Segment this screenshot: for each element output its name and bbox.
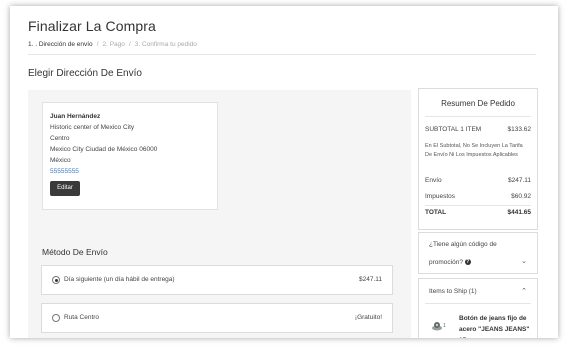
promo-label-line-1: ¿Tiene algún código de <box>429 241 497 248</box>
promo-label-text: promoción? <box>429 259 463 266</box>
checkout-page: Finalizar La Compra 1. . Dirección de en… <box>10 6 558 338</box>
shipping-option-label: Día siguiente (un día hábil de entrega) <box>64 276 175 283</box>
shipping-value: $247.11 <box>507 177 531 184</box>
chevron-up-icon[interactable]: ⌃ <box>521 287 527 295</box>
step-shipping-address: 1. . Dirección de envío <box>28 41 93 48</box>
items-to-ship-header[interactable]: Items to Ship (1) <box>429 288 477 295</box>
page-title: Finalizar La Compra <box>28 18 156 34</box>
address-line-3: Mexico City Ciudad de México 06000 <box>50 146 158 153</box>
shipping-label: Envío <box>425 177 442 184</box>
shipping-option-price: ¡Gratuito! <box>354 314 382 321</box>
total-label: TOTAL <box>425 209 447 216</box>
step-separator: / <box>96 41 99 48</box>
shipping-option-label: Ruta Centro <box>64 314 100 321</box>
address-card[interactable]: Juan Hernández Historic center of Mexico… <box>42 102 218 210</box>
address-section-title: Elegir Dirección De Envío <box>28 68 142 79</box>
order-summary-title: Resumen De Pedido <box>441 99 515 108</box>
subtotal-note: En El Subtotal, No Se Incluyen La Tarifa… <box>425 143 523 158</box>
subtotal-label: SUBTOTAL 1 ITEM <box>425 126 482 133</box>
shipping-option-price: $247.11 <box>358 276 382 283</box>
summary-shipping-row: Envío $247.11 <box>425 177 531 184</box>
radio-unselected[interactable] <box>52 314 60 322</box>
address-country: México <box>50 157 71 164</box>
tax-label: Impuestos <box>425 193 455 200</box>
address-line-2: Centro <box>50 135 70 142</box>
edit-address-button[interactable]: Editar <box>50 181 80 196</box>
step-separator: / <box>128 41 131 48</box>
product-thumbnail <box>432 322 442 331</box>
address-line-1: Historic center of Mexico City <box>50 124 135 131</box>
promo-code-toggle[interactable]: ¿Tiene algún código de promoción? ? ⌄ <box>418 232 538 274</box>
step-confirm[interactable]: 3. Confirma tu pedido <box>135 41 197 48</box>
subtotal-value: $133.62 <box>507 126 532 133</box>
address-phone[interactable]: 55555555 <box>50 166 157 177</box>
items-to-ship: Items to Ship (1) ⌃ 1 Botón de jeans fij… <box>418 278 538 338</box>
product-name: Botón de jeans fijo de acero "JEANS JEAN… <box>459 315 530 338</box>
promo-label-line-2: promoción? ? <box>429 259 471 266</box>
shipping-option-ruta-centro[interactable]: Ruta Centro ¡Gratuito! <box>41 303 393 333</box>
total-value: $441.65 <box>507 209 532 216</box>
summary-tax-row: Impuestos $60.92 <box>425 193 531 200</box>
summary-divider <box>425 205 531 206</box>
summary-total-row: TOTAL $441.65 <box>425 209 531 216</box>
header-divider <box>28 54 536 55</box>
address-lines: Juan Hernández Historic center of Mexico… <box>50 111 157 177</box>
summary-subtotal-row: SUBTOTAL 1 ITEM $133.62 <box>425 126 531 133</box>
order-summary: Resumen De Pedido SUBTOTAL 1 ITEM $133.6… <box>418 88 538 230</box>
checkout-steps: 1. . Dirección de envío/2. Pago/3. Confi… <box>28 41 197 48</box>
shipping-method-title: Método De Envío <box>42 247 108 257</box>
summary-divider <box>425 116 531 117</box>
tax-value: $60.92 <box>511 193 531 200</box>
items-divider <box>425 303 531 304</box>
step-payment[interactable]: 2. Pago <box>103 41 125 48</box>
radio-selected[interactable] <box>52 276 60 284</box>
question-icon[interactable]: ? <box>464 259 471 266</box>
shipping-option-next-day[interactable]: Día siguiente (un día hábil de entrega) … <box>41 265 393 295</box>
address-name: Juan Hernández <box>50 113 101 120</box>
chevron-down-icon[interactable]: ⌄ <box>521 257 527 265</box>
product-quantity: 1 <box>443 323 446 329</box>
